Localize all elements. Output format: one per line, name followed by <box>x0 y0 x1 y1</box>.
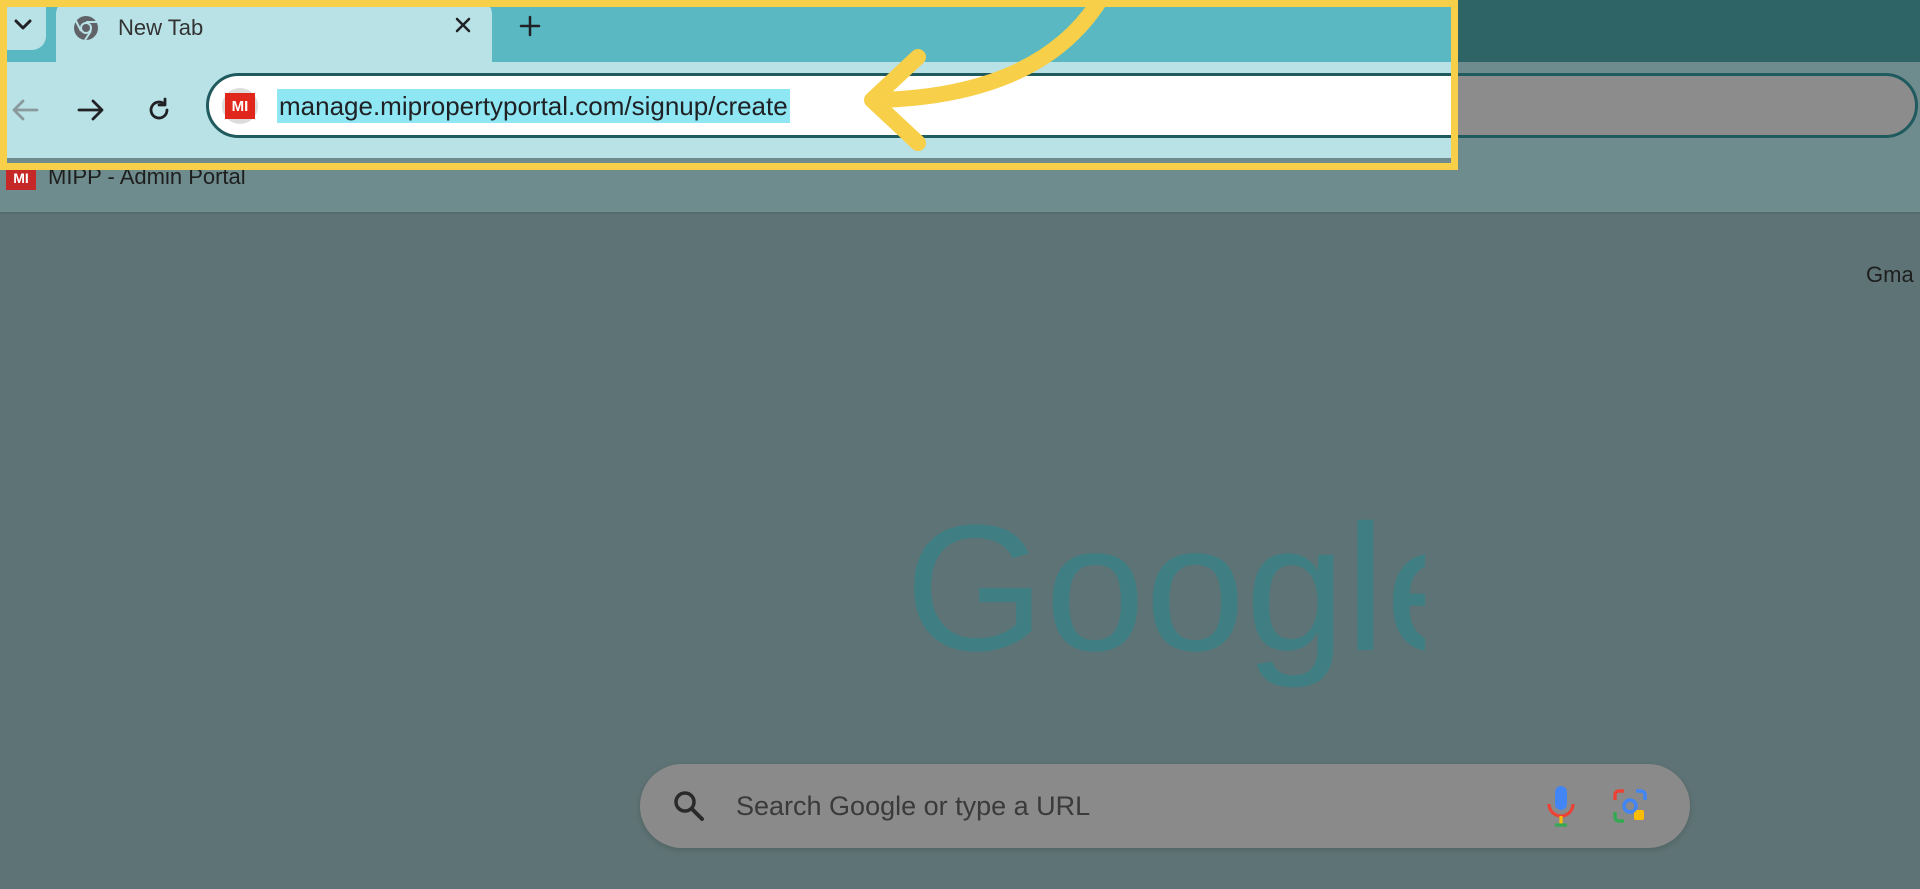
url-text[interactable]: manage.mipropertyportal.com/signup/creat… <box>277 89 790 123</box>
tab-search-button[interactable] <box>0 0 46 50</box>
bookmarks-bar: MI MIPP - Admin Portal <box>0 158 1920 214</box>
search-input[interactable]: Search Google or type a URL <box>736 791 1090 822</box>
back-arrow-icon <box>12 99 39 121</box>
reload-icon <box>149 97 169 120</box>
new-tab-button[interactable] <box>512 8 548 44</box>
mi-logo-icon: MI <box>6 166 36 190</box>
google-search-box[interactable]: Search Google or type a URL <box>640 764 1690 848</box>
chrome-icon <box>74 16 98 41</box>
plus-icon <box>519 15 541 37</box>
close-icon <box>455 17 471 33</box>
mic-icon[interactable] <box>1544 784 1578 828</box>
forward-arrow-icon <box>77 99 104 121</box>
reload-button[interactable] <box>137 88 181 132</box>
site-info-button[interactable]: MI <box>222 88 258 124</box>
google-logo-text: Google <box>905 500 1425 689</box>
google-lens-icon[interactable] <box>1610 786 1650 826</box>
bookmark-mipp-admin-portal[interactable]: MIPP - Admin Portal <box>48 164 246 190</box>
gmail-link[interactable]: Gma <box>1866 262 1914 288</box>
address-bar[interactable]: MI manage.mipropertyportal.com/signup/cr… <box>206 73 1918 138</box>
back-button[interactable] <box>3 88 47 132</box>
tab-new-tab[interactable]: New Tab <box>56 0 492 62</box>
search-icon <box>674 791 704 821</box>
tab-close-button[interactable] <box>448 10 478 40</box>
tab-title: New Tab <box>118 15 204 40</box>
forward-button[interactable] <box>69 88 113 132</box>
mi-logo-icon: MI <box>225 93 255 119</box>
google-logo: Google <box>905 500 1425 689</box>
chevron-down-icon <box>14 19 32 30</box>
